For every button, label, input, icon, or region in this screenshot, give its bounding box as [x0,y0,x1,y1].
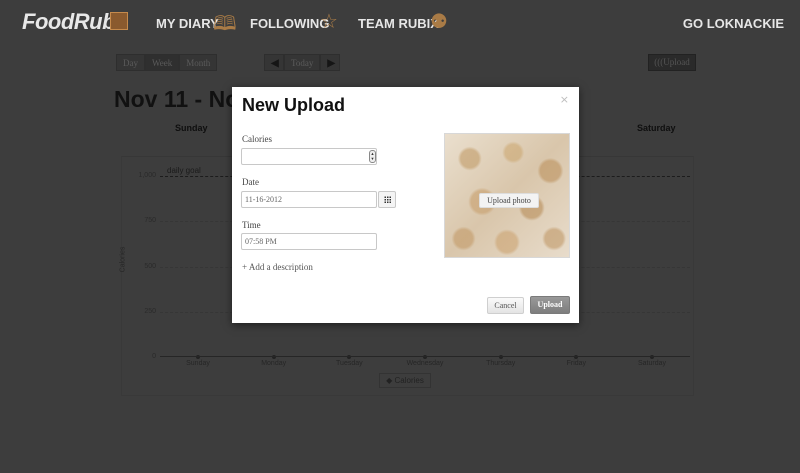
nav-user[interactable]: GO LOKNACKIE [683,16,784,31]
y-tick-label: 750 [144,217,156,225]
x-tick-label: Sunday [186,360,210,367]
y-tick-label: 500 [144,262,156,270]
view-month-button[interactable]: Month [179,54,218,71]
nav-team-rubix[interactable]: TEAM RUBIX [358,16,439,31]
new-upload-modal: New Upload × Calories ▲▼ Date Time + Add… [232,87,579,323]
page-title: Nov 11 - No [114,86,240,112]
y-tick-label: 250 [144,307,156,315]
star-icon: ☆ [320,9,338,33]
x-tick-label: Monday [261,360,287,367]
top-nav: FoodRubi MY DIARY 🕮 FOLLOWING ☆ TEAM RUB… [0,0,800,46]
x-tick-label: Wednesday [406,360,444,367]
close-icon[interactable]: × [560,93,569,106]
y-tick-label: 0 [152,353,156,360]
calories-label: Calories [242,134,272,144]
day-header-saturday: Saturday [637,123,676,133]
chart-legend[interactable]: ◆ Calories [379,373,431,388]
calories-stepper-icon[interactable]: ▲ ▼ [369,150,376,163]
calories-input[interactable] [241,148,377,165]
x-tick-label: Saturday [637,360,667,367]
view-day-button[interactable]: Day [116,54,145,71]
modal-title: New Upload [242,95,346,115]
team-icon: ⚉ [430,9,448,33]
chart-baseline [160,356,690,357]
logo[interactable]: FoodRubi [22,9,121,35]
calendar-icon [384,196,391,203]
time-input[interactable] [241,233,377,250]
logo-mark-icon [110,12,128,30]
view-toggle: Day Week Month [116,54,218,71]
date-input[interactable] [241,191,377,208]
chart-y-label: Calories [119,246,127,273]
photo-preview: Upload photo [444,133,570,258]
day-header-sunday: Sunday [175,123,208,133]
goal-label: daily goal [167,166,201,175]
date-nav: ◀ Today ▶ [264,54,341,71]
nav-following[interactable]: FOLLOWING [250,16,329,31]
x-tick-label: Tuesday [336,360,363,367]
prev-arrow-icon[interactable]: ◀ [264,54,284,71]
upload-photo-button[interactable]: Upload photo [479,193,539,208]
time-label: Time [242,220,261,230]
cancel-button[interactable]: Cancel [487,297,524,314]
add-description-link[interactable]: + Add a description [242,262,313,272]
view-week-button[interactable]: Week [145,54,180,71]
upload-button-bg[interactable]: (((Upload [648,54,696,71]
legend-label: Calories [394,376,424,385]
upload-button[interactable]: Upload [530,296,570,314]
next-arrow-icon[interactable]: ▶ [320,54,341,71]
today-button[interactable]: Today [284,54,321,71]
x-tick-label: Friday [566,360,587,367]
date-label: Date [242,177,259,187]
y-tick-label: 1,000 [138,172,156,179]
x-tick-label: Thursday [486,360,516,367]
calendar-button[interactable] [378,191,396,208]
book-icon: 🕮 [213,11,237,35]
nav-my-diary[interactable]: MY DIARY [156,16,219,31]
